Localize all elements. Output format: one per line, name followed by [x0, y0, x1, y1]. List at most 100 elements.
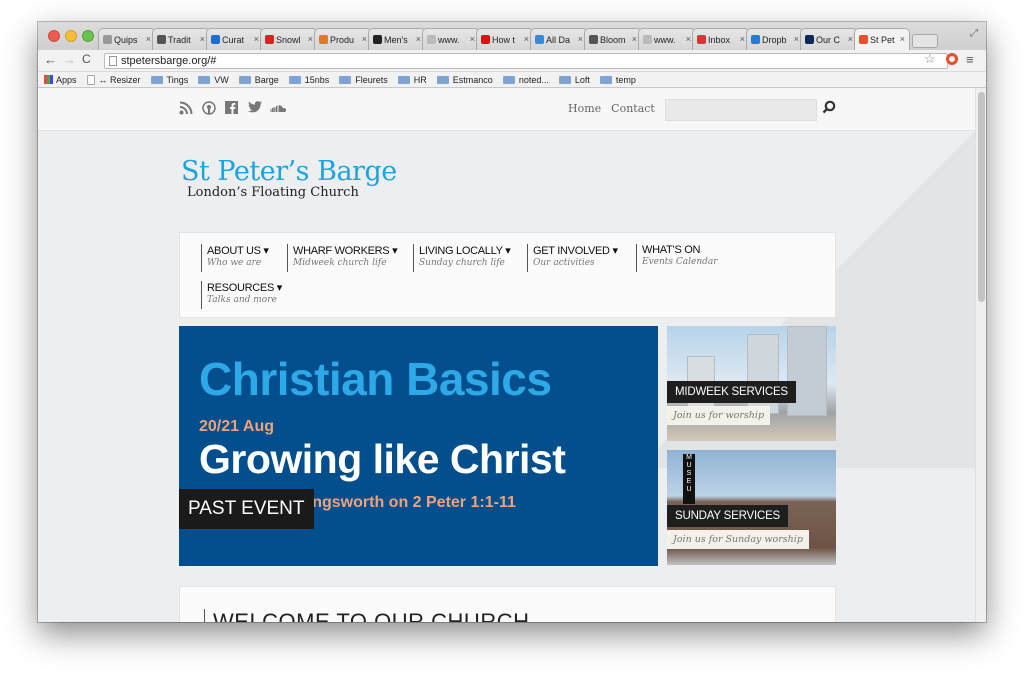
browser-tab[interactable]: Bloom ×: [584, 28, 642, 50]
new-tab-button[interactable]: [912, 34, 938, 48]
bookmark-item[interactable]: Loft: [558, 75, 590, 85]
bookmark-item[interactable]: Apps: [44, 75, 77, 85]
browser-tab[interactable]: www. ×: [638, 28, 696, 50]
close-tab-icon[interactable]: ×: [900, 34, 905, 44]
close-tab-icon[interactable]: ×: [632, 34, 637, 44]
close-window-button[interactable]: [48, 30, 60, 42]
tab-title: All Da: [546, 34, 571, 45]
main-navigation: ABOUT US ▾ Who we are WHARF WORKERS ▾ Mi…: [179, 232, 836, 318]
browser-tab[interactable]: Curat ×: [206, 28, 264, 50]
bookmark-item[interactable]: Tings: [150, 74, 189, 85]
hero-banner[interactable]: Christian Basics 20/21 Aug Growing like …: [179, 326, 658, 566]
browser-tab[interactable]: Men's ×: [368, 28, 426, 50]
midweek-services-card[interactable]: MIDWEEK SERVICES Join us for worship: [667, 326, 836, 441]
bookmark-item[interactable]: Barge: [238, 75, 279, 85]
rss-icon[interactable]: [178, 101, 193, 118]
bookmark-item[interactable]: temp: [599, 75, 636, 85]
bookmark-item[interactable]: 15nbs: [288, 75, 329, 85]
tab-strip: Quips × Tradit × Curat × Snowl × Produ × Men's × www…: [38, 22, 986, 50]
minimize-window-button[interactable]: [65, 30, 77, 42]
twitter-icon[interactable]: [247, 101, 262, 118]
bookmark-label: VW: [214, 74, 229, 85]
browser-tab[interactable]: Snowl ×: [260, 28, 318, 50]
scrollbar-thumb[interactable]: [978, 92, 985, 302]
browser-tab[interactable]: Quips ×: [98, 28, 156, 50]
browser-tab[interactable]: www. ×: [422, 28, 480, 50]
close-tab-icon[interactable]: ×: [308, 34, 313, 44]
folder-icon: [599, 75, 612, 84]
site-topbar: Home Contact: [38, 88, 975, 131]
nav-sublabel: Events Calendar: [642, 257, 718, 267]
address-bar[interactable]: stpetersbarge.org/#: [104, 53, 948, 69]
bookmark-star-icon[interactable]: ☆: [924, 51, 936, 67]
bookmark-label: Tings: [166, 74, 189, 85]
close-tab-icon[interactable]: ×: [470, 34, 475, 44]
close-tab-icon[interactable]: ×: [362, 34, 367, 44]
close-tab-icon[interactable]: ×: [794, 34, 799, 44]
close-tab-icon[interactable]: ×: [146, 34, 151, 44]
browser-tab[interactable]: Our C ×: [800, 28, 858, 50]
tab-title: Our C: [816, 34, 841, 45]
zoom-window-button[interactable]: [82, 30, 94, 42]
reload-button[interactable]: C: [82, 52, 91, 66]
bookmark-item[interactable]: VW: [198, 75, 229, 85]
browser-tab[interactable]: How t ×: [476, 28, 534, 50]
close-tab-icon[interactable]: ×: [200, 34, 205, 44]
close-tab-icon[interactable]: ×: [578, 34, 583, 44]
scrollbar[interactable]: [975, 88, 986, 622]
card-sublabel: Join us for Sunday worship: [667, 530, 809, 549]
nav-resources[interactable]: RESOURCES ▾ Talks and more: [201, 281, 282, 309]
bookmarks-bar: Apps ↔ Resizer Tings VW Barge 15nbs Fleurets HR…: [38, 72, 986, 88]
nav-about-us[interactable]: ABOUT US ▾ Who we are: [201, 244, 269, 272]
bookmark-label: HR: [413, 74, 427, 85]
browser-tab[interactable]: All Da ×: [530, 28, 588, 50]
welcome-title: WELCOME TO OUR CHURCH: [204, 609, 529, 622]
close-tab-icon[interactable]: ×: [686, 34, 691, 44]
nav-living-locally[interactable]: LIVING LOCALLY ▾ Sunday church life: [413, 244, 511, 272]
contact-link[interactable]: Contact: [611, 102, 655, 115]
tab-title: Quips: [114, 34, 138, 45]
nav-get-involved[interactable]: GET INVOLVED ▾ Our activities: [527, 244, 618, 272]
page-viewport: Home Contact St Peter’s Barge London’s F…: [38, 88, 986, 622]
tab-title: Snowl: [276, 34, 301, 45]
bookmark-item[interactable]: noted...: [502, 75, 549, 85]
bookmark-item[interactable]: HR: [397, 74, 427, 85]
browser-tab[interactable]: Inbox ×: [692, 28, 750, 50]
home-link[interactable]: Home: [568, 102, 601, 115]
nav-whats-on[interactable]: WHAT’S ON Events Calendar: [636, 244, 718, 272]
snow-icon: [265, 35, 274, 44]
triangle-icon: [319, 35, 328, 44]
close-tab-icon[interactable]: ×: [848, 34, 853, 44]
fullscreen-icon[interactable]: ⤢: [970, 28, 978, 39]
close-tab-icon[interactable]: ×: [254, 34, 259, 44]
facebook-icon[interactable]: [224, 101, 239, 118]
bookmark-item[interactable]: Fleurets: [339, 75, 388, 85]
search-input[interactable]: [665, 99, 817, 121]
nav-sublabel: Sunday church life: [419, 258, 505, 268]
lifering-icon: [859, 35, 868, 44]
extension-icon[interactable]: [946, 53, 958, 65]
search-icon[interactable]: [822, 100, 836, 114]
back-button[interactable]: ←: [44, 52, 57, 67]
sunday-services-card[interactable]: MUSEU SUNDAY SERVICES Join us for Sunday…: [667, 450, 836, 565]
close-tab-icon[interactable]: ×: [524, 34, 529, 44]
bookmark-item[interactable]: ↔ Resizer: [86, 74, 141, 85]
close-tab-icon[interactable]: ×: [416, 34, 421, 44]
browser-tab[interactable]: Dropb ×: [746, 28, 804, 50]
browser-tab[interactable]: Produ ×: [314, 28, 372, 50]
nav-sublabel: Talks and more: [207, 295, 277, 305]
menu-icon[interactable]: ≡: [966, 52, 974, 67]
forward-button[interactable]: →: [63, 52, 76, 67]
bookmark-item[interactable]: Estmanco: [436, 75, 493, 85]
podcast-icon[interactable]: [201, 101, 216, 118]
close-tab-icon[interactable]: ×: [740, 34, 745, 44]
tab-title: Bloom: [600, 34, 626, 45]
soundcloud-icon[interactable]: [270, 101, 287, 118]
browser-tab[interactable]: St Pet ×: [854, 28, 910, 50]
hero-subtitle: Growing like Christ: [199, 436, 566, 482]
tab-title: Tradit: [168, 34, 191, 45]
browser-tab[interactable]: Tradit ×: [152, 28, 210, 50]
nav-wharf-workers[interactable]: WHARF WORKERS ▾ Midweek church life: [287, 244, 398, 272]
nav-sublabel: Midweek church life: [293, 258, 387, 268]
site-logo-title[interactable]: St Peter’s Barge: [181, 156, 397, 187]
